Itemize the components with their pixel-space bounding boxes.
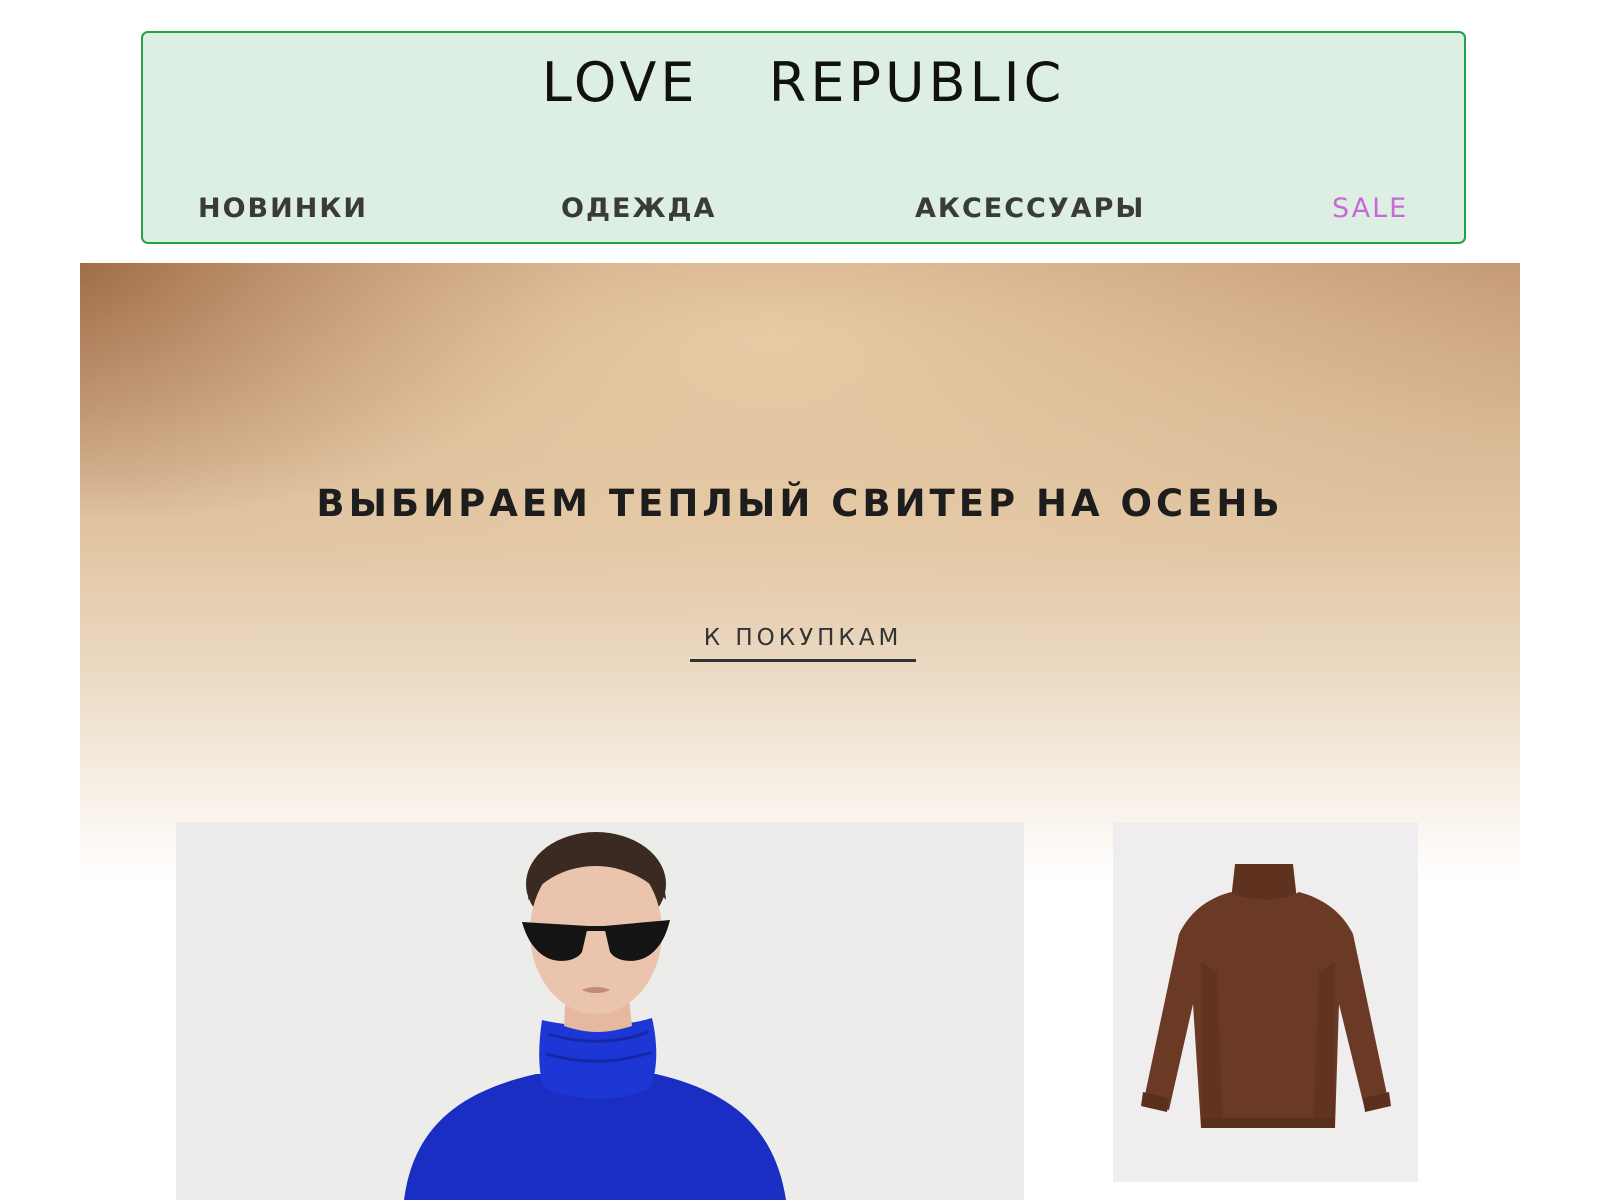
site-header: LOVE REPUBLIC НОВИНКИ ОДЕЖДА АКСЕССУАРЫ … (141, 31, 1466, 244)
hero-title: ВЫБИРАЕМ ТЕПЛЫЙ СВИТЕР НА ОСЕНЬ (316, 482, 1284, 525)
nav-item-aksessuary[interactable]: АКСЕССУАРЫ (915, 193, 1145, 224)
product-image-brown-sweater[interactable] (1113, 822, 1418, 1182)
nav-item-novinki[interactable]: НОВИНКИ (198, 193, 368, 224)
nav-item-sale[interactable]: SALE (1332, 193, 1408, 224)
nav-item-odezhda[interactable]: ОДЕЖДА (561, 193, 716, 224)
product-image-model-blue-sweater[interactable] (176, 822, 1024, 1200)
shop-now-link[interactable]: К ПОКУПКАМ (690, 625, 916, 662)
brown-sweater-illustration (1141, 864, 1391, 1128)
brand-logo[interactable]: LOVE REPUBLIC (143, 51, 1464, 114)
model-illustration (404, 832, 786, 1200)
